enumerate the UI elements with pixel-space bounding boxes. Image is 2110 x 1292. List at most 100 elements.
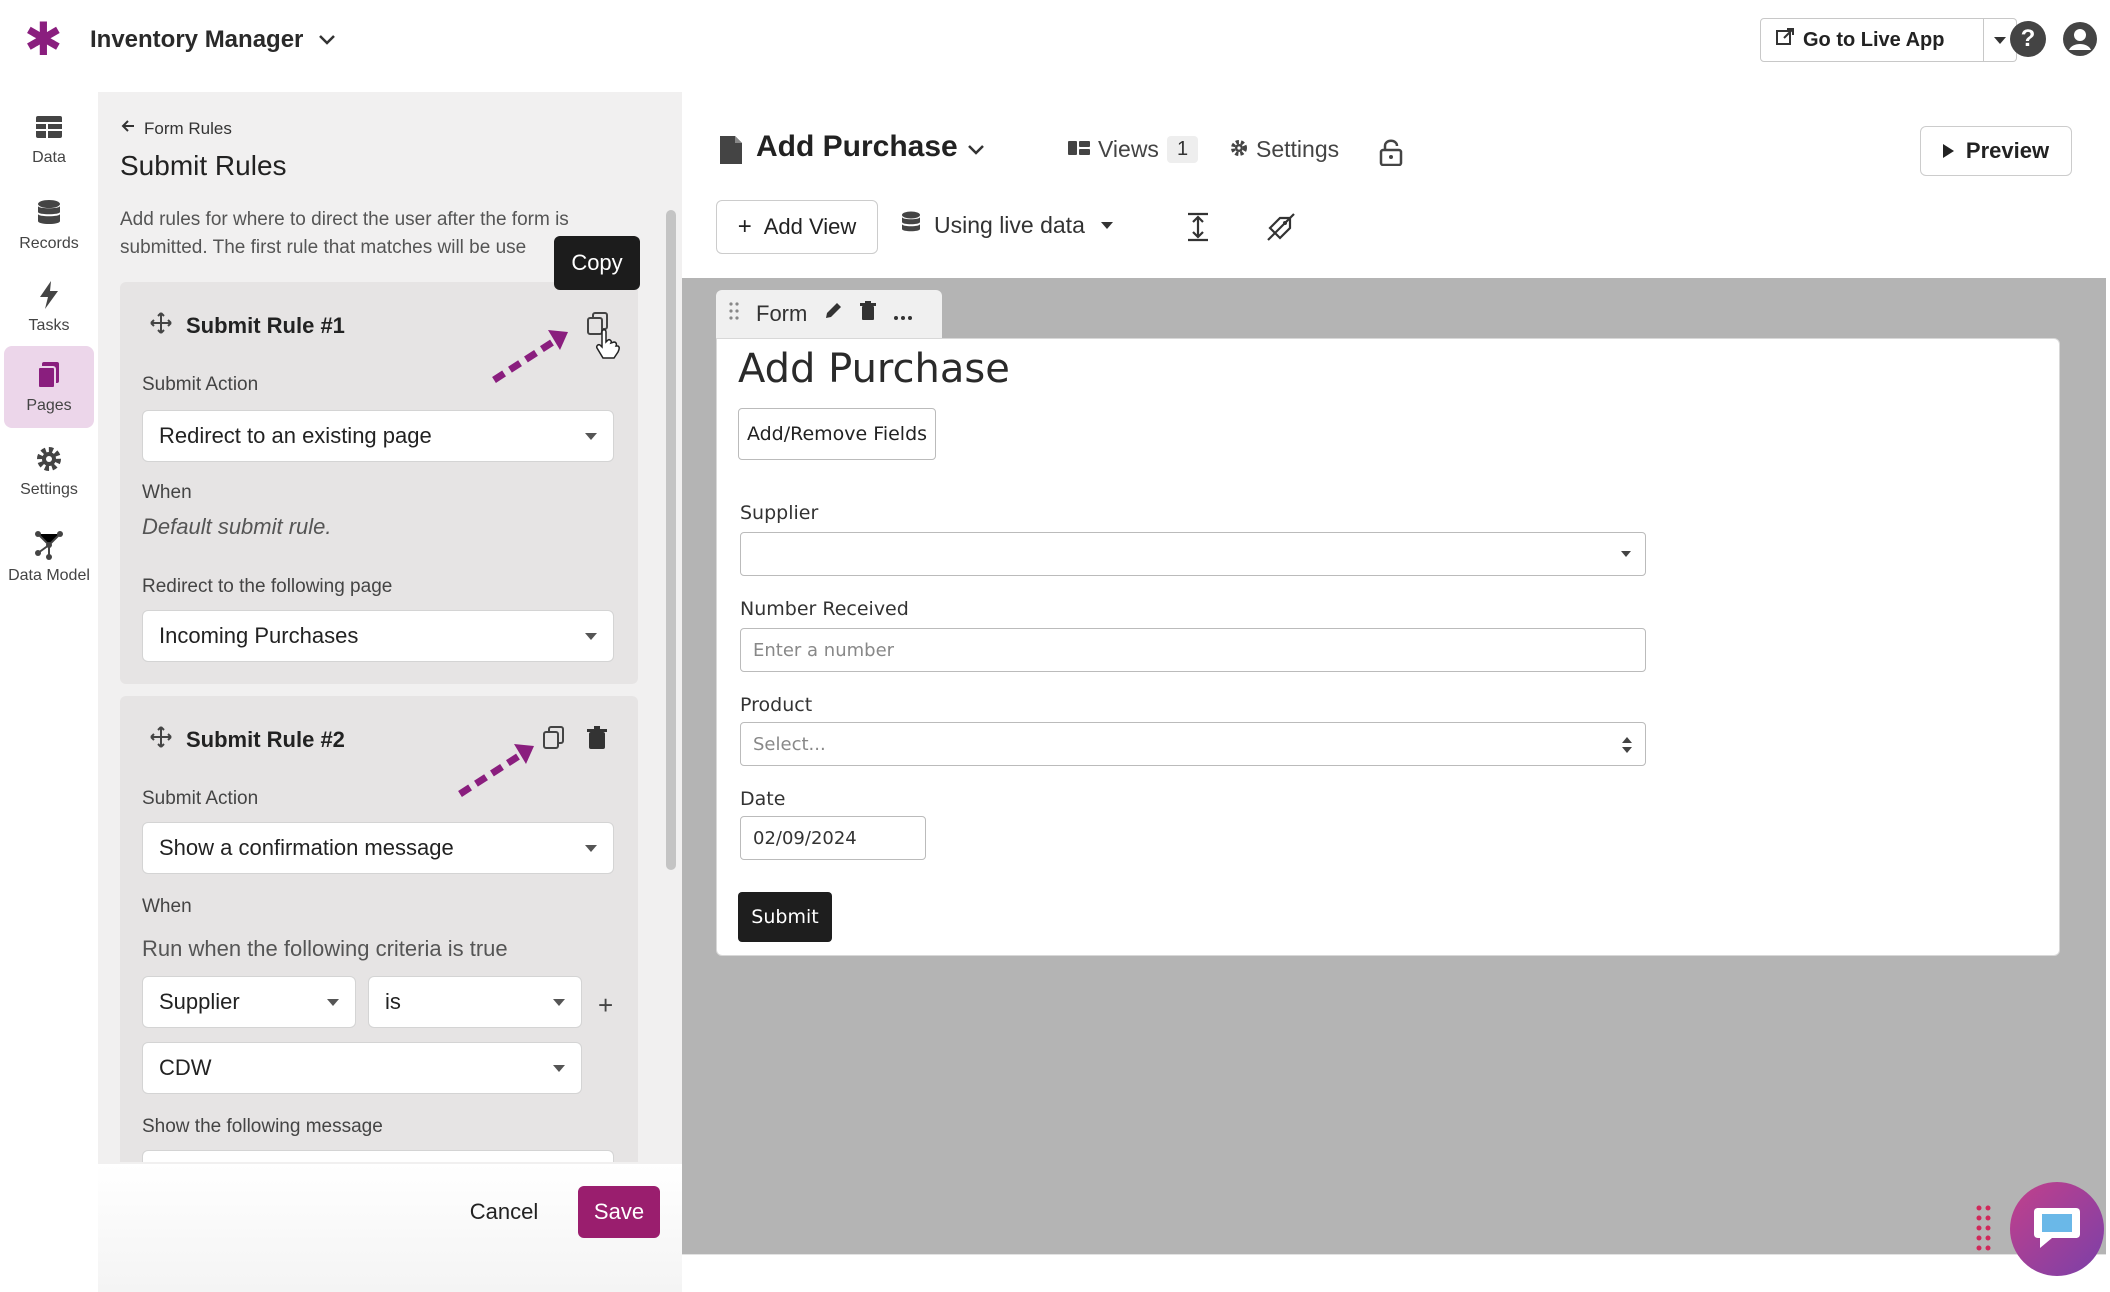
views-button[interactable]: Views 1 (1068, 136, 1199, 163)
nav-item-data-model[interactable]: Data Model (4, 516, 94, 598)
product-label: Product (740, 694, 813, 716)
back-to-form-rules-link[interactable]: Form Rules (120, 118, 232, 139)
panel-title: Submit Rules (120, 150, 287, 181)
trash-icon[interactable] (586, 726, 608, 755)
date-input[interactable]: 02/09/2024 (740, 816, 926, 860)
more-options-icon[interactable] (893, 301, 913, 327)
external-link-icon (1775, 27, 1795, 53)
nav-item-pages[interactable]: Pages (4, 346, 94, 428)
page-title[interactable]: Add Purchase (756, 130, 958, 164)
nav-item-label: Settings (20, 481, 78, 498)
select-value: Supplier (159, 989, 240, 1014)
views-icon (1068, 136, 1090, 163)
gear-icon (1230, 136, 1248, 163)
number-received-input[interactable]: Enter a number (740, 628, 1646, 672)
trash-icon[interactable] (859, 301, 877, 327)
user-avatar-icon[interactable] (2062, 21, 2098, 57)
grip-dots-icon (1974, 1204, 1994, 1254)
help-icon[interactable]: ? (2010, 21, 2046, 57)
drag-move-icon[interactable] (150, 312, 172, 340)
caret-down-icon (585, 845, 597, 852)
database-icon (38, 200, 60, 224)
page-settings-button[interactable]: Settings (1230, 136, 1339, 163)
submit-rule-card-1: Submit Rule #1 Submit Action Redirect to… (120, 282, 638, 684)
criteria-field-select[interactable]: Supplier (142, 976, 356, 1028)
chevron-down-icon[interactable] (312, 22, 342, 58)
caret-down-icon (553, 1065, 565, 1072)
rule-header: Submit Rule #2 (150, 726, 345, 754)
caret-down-icon (1993, 36, 2006, 44)
save-button[interactable]: Save (578, 1186, 660, 1238)
select-value: Show a confirmation message (159, 835, 454, 860)
number-received-label: Number Received (740, 598, 909, 620)
redirect-page-select[interactable]: Incoming Purchases (142, 610, 614, 662)
nav-item-records[interactable]: Records (4, 184, 94, 266)
redirect-label: Redirect to the following page (142, 576, 393, 597)
when-label: When (142, 482, 192, 503)
nav-item-label: Data (32, 149, 66, 166)
date-value: 02/09/2024 (753, 827, 857, 849)
select-value: Incoming Purchases (159, 623, 359, 648)
vertical-spacing-icon[interactable] (1184, 212, 1212, 242)
hide-design-icon[interactable] (1266, 212, 1296, 242)
page-icon (718, 134, 744, 166)
add-view-button[interactable]: + Add View (716, 200, 878, 254)
arrow-annotation-icon (490, 326, 570, 389)
chat-support-button[interactable] (2010, 1182, 2104, 1276)
nav-item-tasks[interactable]: Tasks (4, 266, 94, 348)
drag-move-icon[interactable] (150, 726, 172, 754)
nav-item-settings[interactable]: Settings (4, 430, 94, 512)
cancel-button[interactable]: Cancel (456, 1186, 552, 1238)
message-input[interactable] (142, 1150, 614, 1162)
caret-down-icon (327, 999, 339, 1006)
drag-handle-icon[interactable] (728, 301, 740, 327)
rule-title: Submit Rule #2 (186, 727, 345, 752)
form-view-tab[interactable]: Form (716, 290, 942, 338)
form-title: Add Purchase (738, 346, 1010, 392)
form-submit-button[interactable]: Submit (738, 892, 832, 942)
nav-item-data[interactable]: Data (4, 98, 94, 180)
submit-action-select[interactable]: Show a confirmation message (142, 822, 614, 874)
bolt-icon (40, 281, 58, 309)
arrow-annotation-icon (456, 740, 536, 803)
select-value: CDW (159, 1055, 212, 1080)
when-label: When (142, 896, 192, 917)
default-rule-text: Default submit rule. (142, 514, 332, 539)
caret-down-icon (1100, 221, 1113, 229)
pages-icon (37, 362, 59, 389)
views-count-badge: 1 (1166, 136, 1199, 163)
caret-down-icon (585, 433, 597, 440)
lock-icon[interactable] (1378, 138, 1404, 167)
play-icon (1942, 144, 1954, 158)
app-logo-icon[interactable]: ✱ (24, 14, 63, 64)
product-placeholder: Select... (753, 733, 826, 755)
number-placeholder: Enter a number (753, 639, 895, 661)
nav-item-label: Tasks (28, 317, 70, 334)
app-title[interactable]: Inventory Manager (90, 22, 303, 58)
copy-icon[interactable] (542, 726, 566, 757)
left-navigation: Data Records Tasks Pages Settings Data M… (0, 80, 98, 1292)
caret-down-icon (585, 633, 597, 640)
submit-rule-card-2: Submit Rule #2 Submit Action Show a conf… (120, 696, 638, 1162)
chat-icon (2032, 1204, 2082, 1255)
supplier-select[interactable] (740, 532, 1646, 576)
database-icon (900, 210, 922, 240)
add-criteria-plus-icon[interactable]: + (598, 990, 613, 1021)
sort-arrows-icon (1621, 735, 1633, 755)
product-select[interactable]: Select... (740, 722, 1646, 766)
hand-cursor-icon (594, 328, 620, 365)
submit-action-label: Submit Action (142, 374, 259, 395)
nav-item-label: Records (19, 235, 79, 252)
criteria-value-select[interactable]: CDW (142, 1042, 582, 1094)
add-remove-fields-button[interactable]: Add/Remove Fields (738, 408, 936, 460)
preview-button[interactable]: Preview (1920, 126, 2072, 176)
pencil-icon[interactable] (823, 301, 843, 327)
go-to-live-app-button[interactable]: Go to Live App (1760, 18, 1984, 62)
panel-scrollbar[interactable] (666, 210, 676, 870)
arrow-left-icon (120, 118, 136, 139)
live-data-dropdown[interactable]: Using live data (900, 210, 1113, 240)
submit-action-select[interactable]: Redirect to an existing page (142, 410, 614, 462)
criteria-operator-select[interactable]: is (368, 976, 582, 1028)
views-label: Views (1098, 136, 1159, 162)
chevron-down-icon[interactable] (962, 136, 990, 164)
